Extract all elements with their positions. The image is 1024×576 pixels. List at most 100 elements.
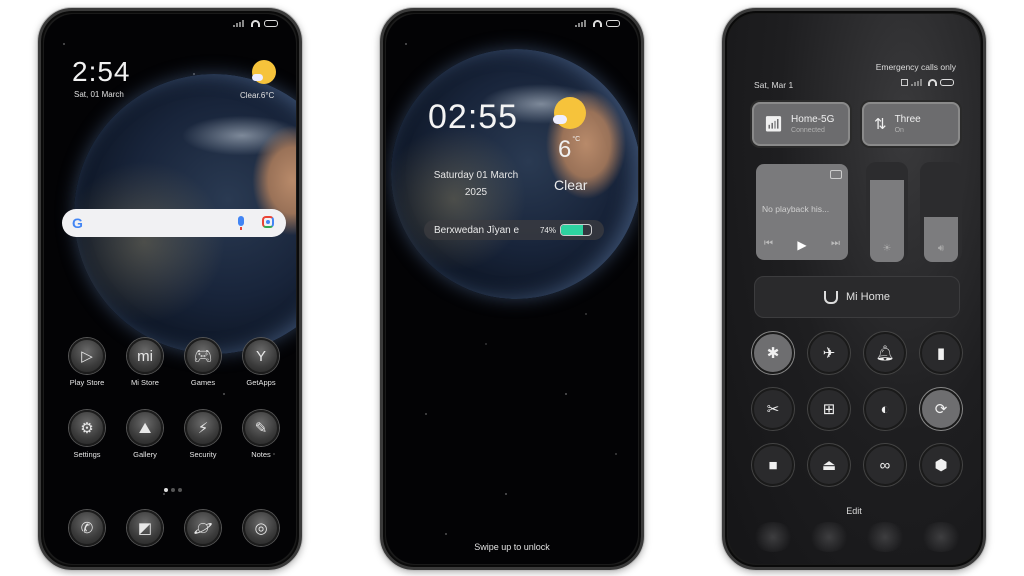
google-logo-icon: G: [72, 215, 83, 231]
next-icon[interactable]: ⏭: [831, 238, 840, 252]
app-camera[interactable]: ◎: [232, 510, 290, 546]
date-text: Sat, 01 March: [74, 90, 124, 99]
app-notes[interactable]: ✎ Notes: [232, 410, 290, 459]
placeholder-row: [752, 522, 976, 552]
brightness-slider[interactable]: ☀: [866, 162, 908, 262]
app-label: Notes: [251, 450, 271, 459]
battery-saver-toggle[interactable]: ⊞: [808, 388, 850, 430]
games-icon: 🎮︎: [185, 338, 221, 374]
wifi-status: Connected: [791, 127, 825, 134]
bell-toggle[interactable]: 🔔︎: [864, 332, 906, 374]
phone-control-center: Emergency calls only Sat, Mar 1 📶︎ Home-…: [722, 8, 986, 570]
google-lens-icon[interactable]: [262, 216, 274, 228]
weather-sun-icon: [553, 97, 586, 129]
volume-fill: [924, 217, 958, 262]
google-search-bar[interactable]: G: [62, 209, 286, 237]
status-bar: [233, 20, 278, 27]
temperature-value: 6: [558, 136, 572, 163]
app-games[interactable]: 🎮︎ Games: [174, 338, 232, 387]
airplane-toggle[interactable]: ✈: [808, 332, 850, 374]
battery-saver-icon: ⊞: [822, 401, 836, 418]
app-label: Settings: [73, 450, 101, 459]
app-phone[interactable]: ✆: [58, 510, 116, 546]
app-mi-store[interactable]: mi Mi Store: [116, 338, 174, 387]
rotation-lock-icon: ⟳: [934, 401, 948, 418]
lock-clock: 02:55: [428, 98, 519, 136]
app-label: Gallery: [133, 450, 157, 459]
swipe-hint[interactable]: Swipe up to unlock: [386, 542, 638, 552]
emergency-calls-text: Emergency calls only: [875, 62, 956, 72]
toggle-row-2: ✂ ⊞ ◐ ⟳: [752, 388, 972, 430]
temperature: 6°C: [558, 136, 580, 164]
previous-icon[interactable]: ⏮: [764, 238, 773, 252]
browser-icon: 🪐︎: [185, 510, 221, 546]
lock-screen: 02:55 Saturday 01 March 2025 6°C Clear B…: [386, 14, 638, 564]
home-screen: 2:54 Sat, 01 March Clear.6°C G ▷ Play Sto…: [44, 14, 296, 564]
media-player[interactable]: No playback his... ⏮ ▶ ⏭: [756, 164, 848, 260]
cast-icon: ⏏: [821, 457, 837, 474]
signal-icon: [233, 20, 247, 27]
battery-widget: Berxwedan Jîyan e 74%: [424, 220, 604, 240]
settings-icon: ⚙: [69, 410, 105, 446]
cc-date: Sat, Mar 1: [754, 80, 794, 90]
bluetooth-toggle[interactable]: ✱: [752, 332, 794, 374]
battery-icon: [940, 79, 954, 86]
app-label: Play Store: [69, 378, 105, 387]
control-center: Emergency calls only Sat, Mar 1 📶︎ Home-…: [728, 14, 980, 564]
link-toggle[interactable]: ∞: [864, 444, 906, 486]
status-bar: [575, 20, 620, 27]
app-browser[interactable]: 🪐︎: [174, 510, 232, 546]
wifi-icon: [251, 20, 260, 27]
play-icon[interactable]: ▶: [797, 238, 806, 252]
weather-text: Clear.6°C: [240, 91, 275, 100]
bluetooth-icon: ✱: [766, 345, 780, 362]
security-icon: ⚡: [185, 410, 221, 446]
link-icon: ∞: [879, 456, 891, 474]
mi-home-button[interactable]: Mi Home: [754, 276, 960, 318]
page-indicator: [164, 488, 182, 492]
mic-icon[interactable]: [238, 216, 244, 230]
screenshot-icon: ✂: [766, 401, 780, 418]
dark-mode-icon: ◐: [880, 400, 890, 418]
flashlight-icon: ▮: [936, 345, 946, 362]
clock-widget[interactable]: 2:54: [72, 56, 131, 88]
mobile-data-tile[interactable]: ⇅ Three On: [862, 102, 960, 146]
wifi-icon: [928, 79, 937, 86]
dark-mode-toggle[interactable]: ◐: [864, 388, 906, 430]
wifi-tile[interactable]: 📶︎ Home-5G Connected: [752, 102, 850, 146]
flashlight-toggle[interactable]: ▮: [920, 332, 962, 374]
nfc-icon: [901, 79, 908, 86]
settings-hex-toggle[interactable]: ⬢: [920, 444, 962, 486]
rotation-lock-toggle[interactable]: ⟳: [920, 388, 962, 430]
edit-button[interactable]: Edit: [728, 506, 980, 516]
wifi-icon: [593, 20, 602, 27]
app-messages[interactable]: ◩: [116, 510, 174, 546]
bell-icon: 🔔︎: [875, 345, 895, 362]
app-getapps[interactable]: Y GetApps: [232, 338, 290, 387]
cast-toggle[interactable]: ⏏: [808, 444, 850, 486]
weather-sun-icon[interactable]: [252, 60, 276, 84]
app-label: Mi Store: [131, 378, 159, 387]
lock-date-line1: Saturday 01 March: [433, 170, 519, 181]
signal-icon: [911, 79, 925, 86]
app-settings[interactable]: ⚙ Settings: [58, 410, 116, 459]
wifi-network-name: Home-5G: [791, 114, 835, 125]
battery-fill: [561, 225, 584, 235]
settings-hex-icon: ⬢: [934, 457, 948, 474]
play-store-icon: ▷: [69, 338, 105, 374]
carrier-name: Three: [894, 114, 921, 125]
screenshot-toggle[interactable]: ✂: [752, 388, 794, 430]
volume-slider[interactable]: 🔊︎: [920, 162, 962, 262]
cast-icon[interactable]: [830, 170, 842, 179]
battery-gauge-icon: [560, 224, 592, 236]
mobile-data-icon: ⇅: [874, 116, 887, 133]
app-play-store[interactable]: ▷ Play Store: [58, 338, 116, 387]
media-status: No playback his...: [762, 204, 830, 214]
app-label: Security: [189, 450, 217, 459]
app-gallery[interactable]: ⛰ Gallery: [116, 410, 174, 459]
screen-record-toggle[interactable]: ■: [752, 444, 794, 486]
toggle-row-1: ✱ ✈ 🔔︎ ▮: [752, 332, 972, 374]
app-grid-row-2: ⚙ Settings ⛰ Gallery ⚡ Security ✎ Notes: [58, 410, 290, 459]
app-security[interactable]: ⚡ Security: [174, 410, 232, 459]
weather-condition: Clear: [554, 177, 588, 193]
